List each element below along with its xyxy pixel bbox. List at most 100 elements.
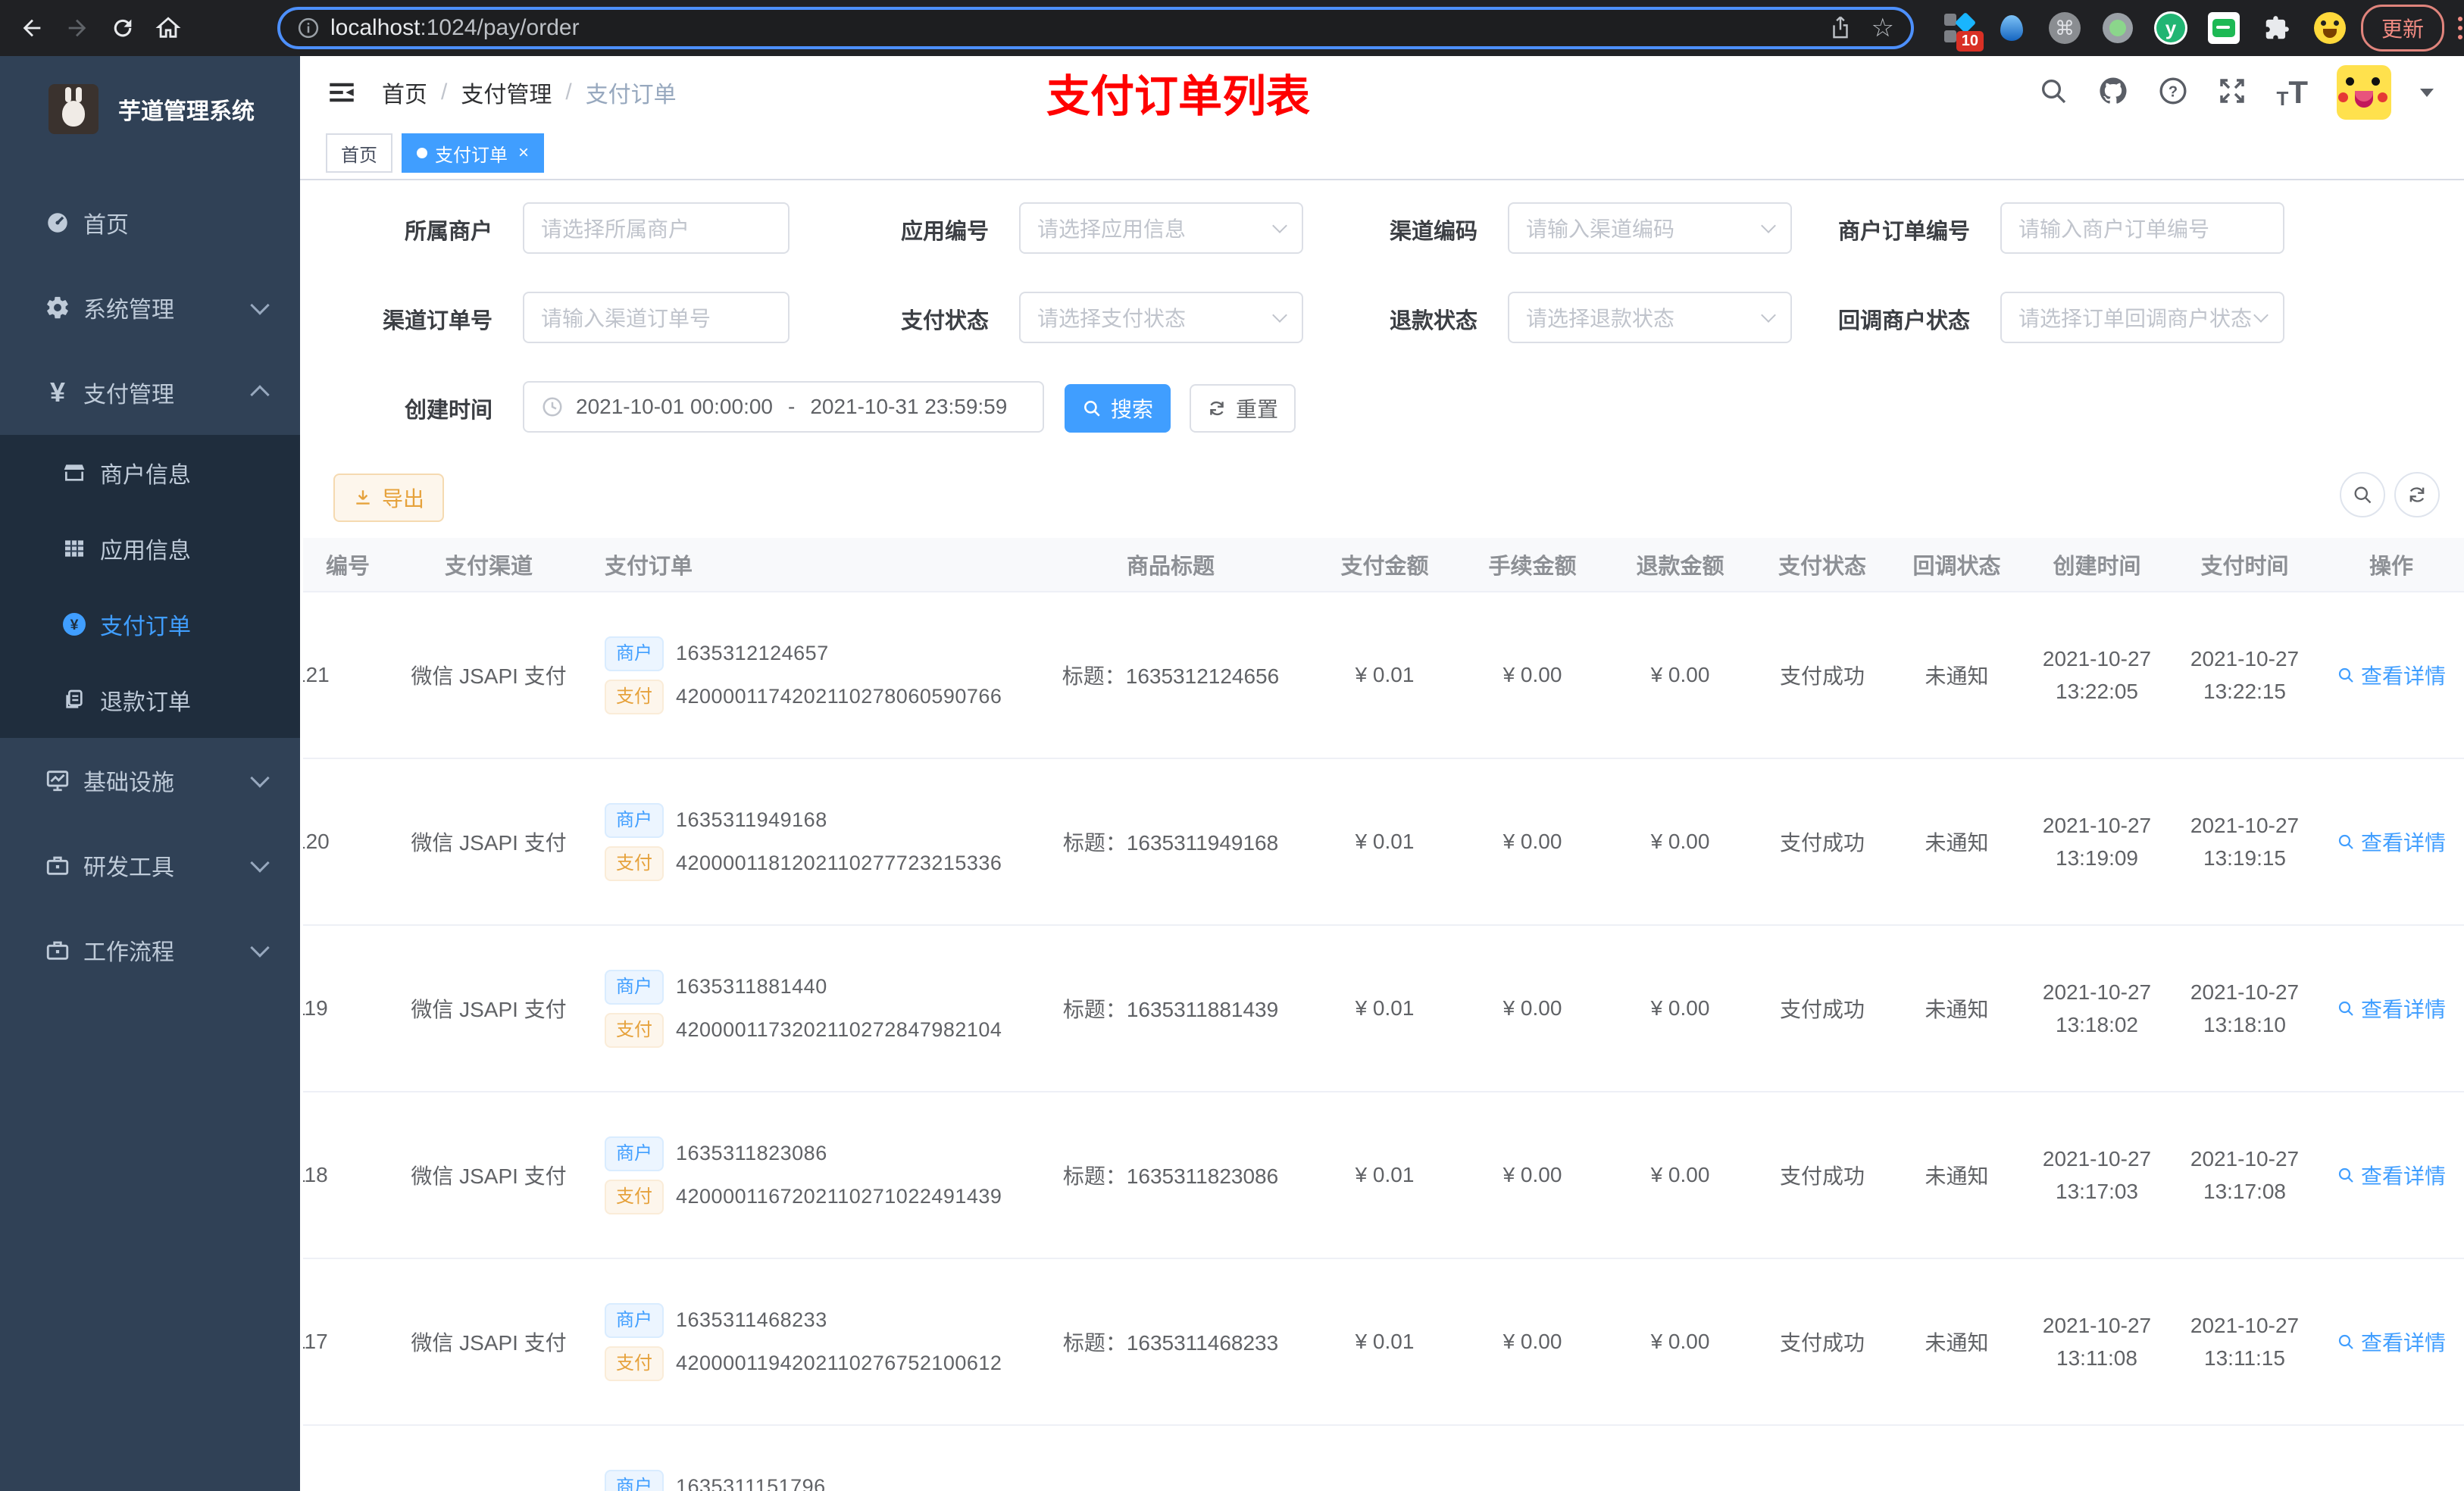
avatar[interactable] (2337, 65, 2391, 120)
sidebar-item-dev-tools[interactable]: 研发工具 (0, 823, 300, 908)
table-row: 121 微信 JSAPI 支付 商户 1635312124657 支付 4200… (303, 591, 2464, 758)
browser-menu-icon[interactable] (2458, 17, 2463, 39)
merchant-tag: 商户 (605, 636, 664, 671)
sidebar: 芋道管理系统 首页 系统管理 ¥ 支付管理 商户信息 应用信息 ¥ 支付订单 退… (0, 56, 300, 1491)
view-detail-link[interactable]: 查看详情 (2337, 1160, 2446, 1190)
share-icon[interactable] (1829, 15, 1852, 41)
action-cell: 查看详情 (2319, 993, 2464, 1024)
merchant-tag: 商户 (605, 1469, 664, 1491)
extensions-puzzle-icon[interactable] (2259, 11, 2294, 45)
date-end: 2021-10-31 23:59:59 (810, 395, 1008, 418)
sidebar-item-system[interactable]: 系统管理 (0, 265, 300, 350)
breadcrumb-section[interactable]: 支付管理 (461, 76, 552, 109)
fullscreen-icon[interactable] (2217, 76, 2247, 110)
view-detail-link[interactable]: 查看详情 (2337, 993, 2446, 1024)
pay-order-cell: 商户 1635311881440 支付 42000011732021102728… (591, 961, 1030, 1056)
action-cell: 查看详情 (2319, 660, 2464, 690)
forward-icon (68, 19, 86, 37)
url-bar[interactable]: localhost:1024/pay/order ☆ (277, 7, 1914, 49)
reload-icon (114, 19, 132, 37)
emoji-extension-icon[interactable] (2312, 11, 2347, 45)
browser-forward-button[interactable] (58, 8, 97, 48)
sidebar-item-refund-order[interactable]: 退款订单 (0, 662, 300, 738)
help-icon[interactable]: ? (2158, 76, 2188, 110)
export-button[interactable]: 导出 (333, 474, 444, 522)
bookmark-star-icon[interactable]: ☆ (1871, 15, 1894, 41)
browser-back-button[interactable] (12, 8, 52, 48)
sidebar-item-home[interactable]: 首页 (0, 180, 300, 265)
font-size-icon[interactable]: TT (2276, 77, 2308, 109)
date-start: 2021-10-01 00:00:00 (576, 395, 773, 418)
site-info-icon[interactable] (297, 17, 320, 39)
tag-home[interactable]: 首页 (326, 133, 392, 173)
search-icon (2338, 1001, 2353, 1016)
sidebar-collapse-button[interactable] (326, 77, 358, 108)
view-detail-link[interactable]: 查看详情 (2337, 660, 2446, 690)
monitor-chart-icon (42, 767, 73, 793)
notify-status-cell: 未通知 (1925, 831, 1989, 855)
pay-status-filter-select[interactable]: 请选择支付状态 (1019, 292, 1303, 343)
order-id-cell: 117 (303, 1330, 328, 1353)
show-search-toggle-button[interactable] (2340, 472, 2385, 517)
fee-amount-cell: ¥ 0.00 (1502, 1163, 1562, 1186)
pay-amount-cell: ¥ 0.01 (1355, 1163, 1415, 1186)
reset-button[interactable]: 重置 (1190, 384, 1296, 433)
merchant-filter-label: 所属商户 (404, 220, 492, 244)
create-time-cell: 2021-10-27 13:11:08 (2042, 1313, 2152, 1370)
channel-order-no-filter-input[interactable]: 请输入渠道订单号 (523, 292, 790, 343)
tag-pay-order[interactable]: 支付订单 × (402, 133, 545, 173)
tags-bar: 首页 支付订单 × (300, 129, 2464, 180)
refund-amount-cell: ¥ 0.00 (1650, 1163, 1710, 1186)
circle-extension-icon[interactable] (2100, 11, 2135, 45)
pay-order-cell: 商户 1635312124657 支付 42000011742021102780… (591, 628, 1030, 723)
breadcrumb: 首页 / 支付管理 / 支付订单 (382, 76, 677, 109)
avatar-caret-icon[interactable] (2420, 88, 2434, 97)
merchant-filter-input[interactable]: 请选择所属商户 (523, 202, 790, 254)
refresh-table-button[interactable] (2394, 472, 2440, 517)
pay-order-cell: 商户 1635311151796 支付 (591, 1461, 1030, 1491)
browser-home-button[interactable] (149, 8, 188, 48)
create-time-filter-label: 创建时间 (404, 399, 492, 423)
download-icon (356, 490, 370, 505)
app-filter-select[interactable]: 请选择应用信息 (1019, 202, 1303, 254)
sidebar-item-infra[interactable]: 基础设施 (0, 738, 300, 823)
chevron-down-icon (250, 768, 270, 788)
balloon-extension-icon[interactable] (1994, 11, 2029, 45)
y-extension-icon[interactable]: y (2153, 11, 2188, 45)
sidebar-item-pay[interactable]: ¥ 支付管理 (0, 350, 300, 435)
command-extension-icon[interactable]: ⌘ (2047, 11, 2082, 45)
pay-status-filter-label: 支付状态 (900, 309, 989, 333)
browser-reload-button[interactable] (103, 8, 142, 48)
briefcase-icon (42, 937, 73, 963)
sketch-extension-icon[interactable]: 10 (1941, 11, 1984, 52)
sidebar-item-workflow[interactable]: 工作流程 (0, 908, 300, 992)
sidebar-item-merchant-info[interactable]: 商户信息 (0, 435, 300, 511)
grid-icon (59, 536, 89, 561)
active-dot (417, 148, 427, 158)
refund-amount-cell: ¥ 0.00 (1650, 996, 1710, 1020)
sidebar-item-pay-order[interactable]: ¥ 支付订单 (0, 586, 300, 662)
product-title-cell: 标题：1635311823086 (1062, 1164, 1279, 1188)
chevron-down-icon (250, 853, 270, 873)
pay-time-cell: 2021-10-27 13:18:10 (2190, 980, 2300, 1036)
sidebar-item-app-info[interactable]: 应用信息 (0, 511, 300, 586)
fee-amount-cell: ¥ 0.00 (1502, 663, 1562, 686)
close-icon[interactable]: × (518, 142, 529, 164)
pay-channel-cell: 微信 JSAPI 支付 (411, 1164, 567, 1188)
github-icon[interactable] (2097, 75, 2129, 111)
notify-status-filter-select[interactable]: 请选择订单回调商户状态 (2000, 292, 2284, 343)
browser-update-button[interactable]: 更新 (2361, 5, 2445, 52)
create-time-cell: 2021-10-27 13:22:05 (2042, 646, 2152, 703)
header-search-icon[interactable] (2038, 76, 2068, 110)
breadcrumb-home[interactable]: 首页 (382, 76, 427, 109)
pay-order-cell: 商户 1635311468233 支付 42000011942021102767… (591, 1295, 1030, 1389)
view-detail-link[interactable]: 查看详情 (2337, 1327, 2446, 1357)
notify-status-cell: 未通知 (1925, 1164, 1989, 1188)
create-time-range-input[interactable]: 2021-10-01 00:00:00 - 2021-10-31 23:59:5… (523, 381, 1044, 433)
product-title-cell: 标题：1635311949168 (1062, 831, 1279, 855)
view-detail-link[interactable]: 查看详情 (2337, 827, 2446, 857)
chat-extension-icon[interactable] (2206, 11, 2241, 45)
pay-channel-cell: 微信 JSAPI 支付 (411, 831, 567, 855)
search-button[interactable]: 搜索 (1065, 384, 1171, 433)
merchant-order-no-filter-input[interactable]: 请输入商户订单编号 (2000, 202, 2284, 254)
